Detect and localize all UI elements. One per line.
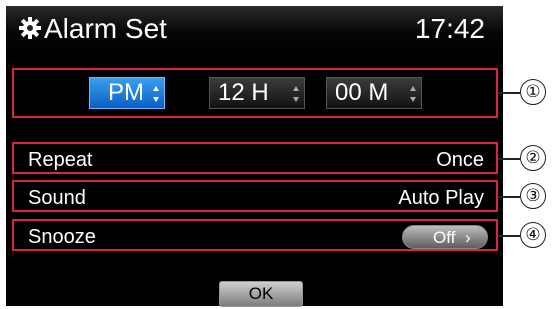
- up-down-arrows-icon: [153, 86, 159, 102]
- gear-icon: [19, 17, 41, 39]
- callout-leader-2: [498, 158, 520, 160]
- snooze-value: Off: [433, 228, 456, 247]
- snooze-toggle[interactable]: Off ›: [402, 225, 488, 249]
- repeat-row[interactable]: Repeat Once: [12, 142, 498, 174]
- callout-2: ②: [520, 145, 546, 171]
- clock-display: 17:42: [414, 13, 485, 44]
- sound-row[interactable]: Sound Auto Play: [12, 180, 498, 212]
- callout-1: ①: [520, 79, 546, 105]
- ok-button[interactable]: OK: [219, 281, 303, 307]
- period-value: PM: [108, 79, 144, 106]
- up-down-arrows-icon: [410, 86, 416, 102]
- sound-value: Auto Play: [398, 187, 484, 209]
- callout-4: ④: [520, 222, 546, 248]
- snooze-row[interactable]: Snooze Off ›: [12, 219, 498, 251]
- callout-leader-1: [498, 92, 520, 94]
- minute-spinner[interactable]: 00 M: [326, 77, 422, 109]
- hour-spinner[interactable]: 12 H: [209, 77, 305, 109]
- up-down-arrows-icon: [293, 86, 299, 102]
- callout-leader-3: [498, 196, 520, 198]
- repeat-label: Repeat: [28, 149, 93, 171]
- sound-label: Sound: [28, 187, 86, 209]
- title-bar: Alarm Set 17:42: [6, 6, 503, 52]
- alarm-screen: Alarm Set 17:42 PM 12 H 00 M Repeat Once…: [6, 6, 503, 307]
- callout-leader-4: [498, 235, 520, 237]
- callout-3: ③: [520, 183, 546, 209]
- hour-value: 12 H: [218, 79, 269, 106]
- period-spinner[interactable]: PM: [89, 77, 165, 109]
- snooze-label: Snooze: [28, 226, 96, 248]
- page-title: Alarm Set: [44, 13, 167, 44]
- chevron-right-icon: ›: [465, 228, 471, 247]
- minute-value: 00 M: [335, 79, 389, 106]
- repeat-value: Once: [436, 149, 484, 171]
